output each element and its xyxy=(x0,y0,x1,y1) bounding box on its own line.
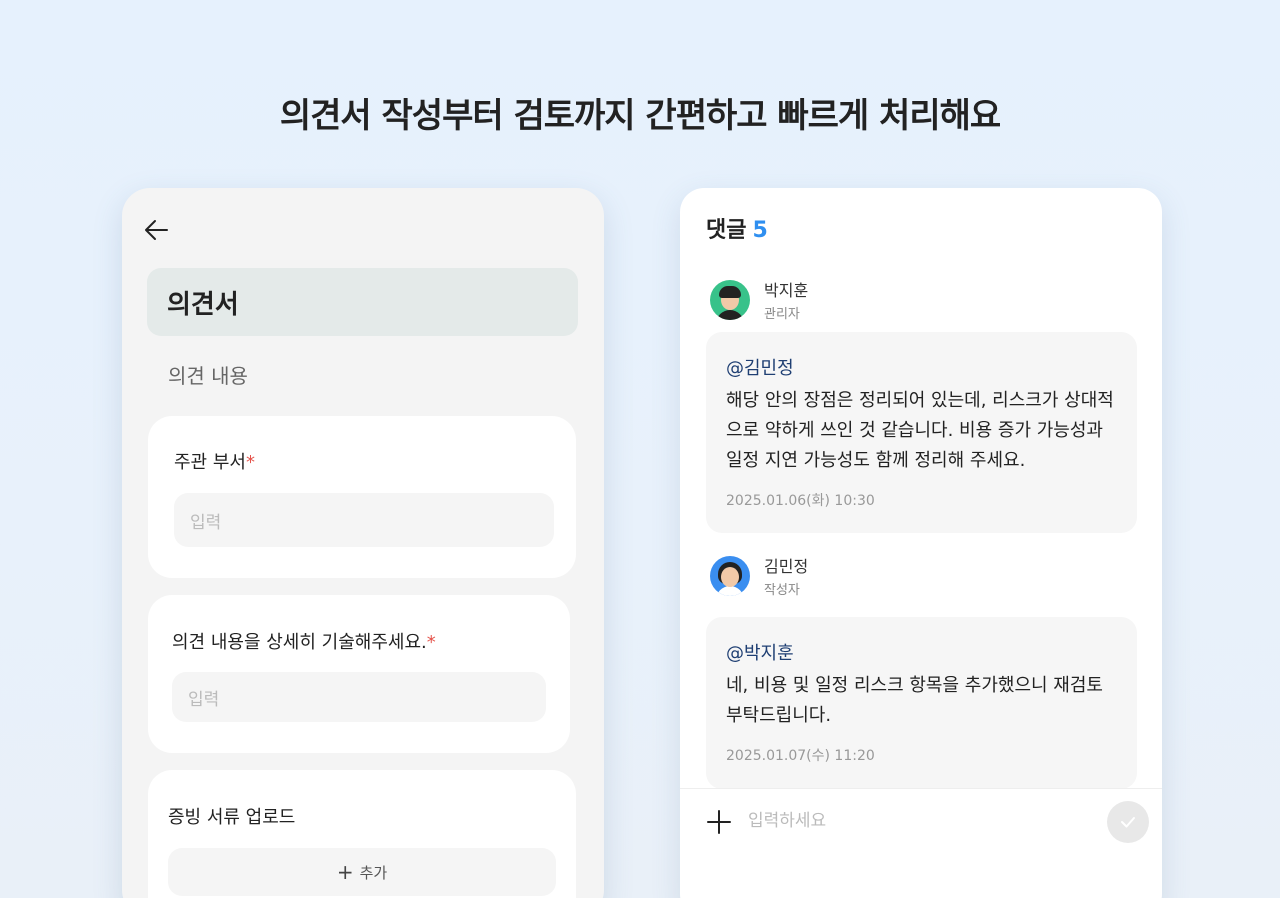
attach-button[interactable] xyxy=(706,809,732,835)
page-headline: 의견서 작성부터 검토까지 간편하고 빠르게 처리해요 xyxy=(279,96,1001,136)
comment-bubble: @박지훈 네, 비용 및 일정 리스크 항목을 추가했으니 재검토 부탁드립니다… xyxy=(706,617,1137,789)
upload-card: 증빙 서류 업로드 + 추가 xyxy=(148,770,576,898)
section-label: 의견 내용 xyxy=(168,364,248,388)
form-title-box: 의견서 xyxy=(147,268,578,336)
arrow-left-icon xyxy=(145,220,168,240)
plus-icon: + xyxy=(336,860,354,884)
comment-author: 김민정 작성자 xyxy=(710,553,808,598)
author-role: 작성자 xyxy=(764,583,800,598)
comments-header: 댓글 5 xyxy=(706,212,768,244)
required-mark: * xyxy=(245,452,255,473)
mention-tag[interactable]: @박지훈 xyxy=(726,639,1117,665)
comment-text: 해당 안의 장점은 정리되어 있는데, 리스크가 상대적으로 약하게 쓰인 것 … xyxy=(726,390,1114,471)
send-button[interactable] xyxy=(1107,801,1149,843)
mention-tag[interactable]: @김민정 xyxy=(726,354,1117,380)
comments-title: 댓글 xyxy=(706,218,747,243)
author-name: 박지훈 xyxy=(764,281,809,300)
required-mark: * xyxy=(426,632,436,653)
comment-time: 2025.01.06(화) 10:30 xyxy=(726,493,875,509)
department-label: 주관 부서* xyxy=(174,452,255,473)
avatar[interactable] xyxy=(710,279,750,320)
comment-input-bar xyxy=(680,788,1162,878)
plus-icon xyxy=(707,810,731,834)
opinion-detail-label: 의견 내용을 상세히 기술해주세요.* xyxy=(172,632,436,653)
department-card: 주관 부서* 입력 xyxy=(148,416,576,578)
department-input[interactable]: 입력 xyxy=(174,493,554,547)
add-file-label: 추가 xyxy=(359,863,388,882)
comments-count: 5 xyxy=(752,218,768,243)
opinion-form-panel: 의견서 의견 내용 주관 부서* 입력 의견 내용을 상세히 기술해주세요.* … xyxy=(122,188,604,898)
upload-label: 증빙 서류 업로드 xyxy=(168,807,296,828)
opinion-detail-card: 의견 내용을 상세히 기술해주세요.* 입력 xyxy=(148,595,570,753)
comment-text: 네, 비용 및 일정 리스크 항목을 추가했으니 재검토 부탁드립니다. xyxy=(726,675,1103,726)
comments-panel: 댓글 5 박지훈 관리자 @김민정 해당 안의 장점은 정리되어 있는데, 리스크… xyxy=(680,188,1162,898)
opinion-detail-input[interactable]: 입력 xyxy=(172,672,546,722)
author-name: 김민정 xyxy=(764,557,809,576)
avatar[interactable] xyxy=(710,555,750,596)
form-title: 의견서 xyxy=(167,289,239,320)
comment-input[interactable] xyxy=(748,803,1078,839)
author-role: 관리자 xyxy=(764,307,800,322)
comment-author: 박지훈 관리자 xyxy=(710,277,808,322)
check-icon xyxy=(1121,817,1135,828)
comment-bubble: @김민정 해당 안의 장점은 정리되어 있는데, 리스크가 상대적으로 약하게 … xyxy=(706,332,1137,533)
comment-time: 2025.01.07(수) 11:20 xyxy=(726,748,875,764)
back-button[interactable] xyxy=(142,216,170,244)
add-file-button[interactable]: + 추가 xyxy=(168,848,556,896)
